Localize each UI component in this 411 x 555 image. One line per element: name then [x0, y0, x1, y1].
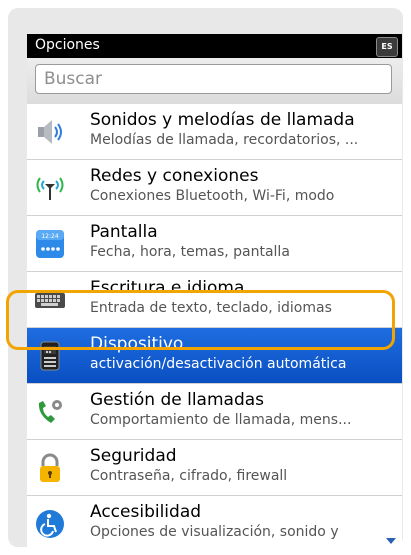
- item-description: Conexiones Bluetooth, Wi-Fi, modo: [90, 188, 335, 204]
- item-description: Opciones de visualización, sonido y: [90, 524, 339, 540]
- list-item-escritura[interactable]: Escritura e idioma Entrada de texto, tec…: [27, 272, 402, 328]
- accessibility-icon: [36, 510, 64, 538]
- item-description: Fecha, hora, temas, pantalla: [90, 244, 290, 260]
- svg-text:12:24: 12:24: [41, 233, 58, 240]
- item-label: Escritura e idioma: [90, 278, 245, 298]
- item-description: activación/desactivación automática: [90, 356, 347, 372]
- phone-gear-icon: [38, 400, 62, 423]
- page-title: Opciones: [35, 37, 100, 53]
- item-label: Sonidos y melodías de llamada: [90, 110, 355, 130]
- search-input[interactable]: [35, 64, 392, 94]
- item-label: Pantalla: [90, 222, 158, 242]
- language-badge[interactable]: ES: [376, 37, 398, 57]
- item-label: Seguridad: [90, 446, 177, 466]
- lock-icon: [40, 453, 60, 482]
- title-bar: Opciones ES: [27, 34, 402, 58]
- list-item-accesibilidad[interactable]: Accesibilidad Opciones de visualización,…: [27, 496, 402, 550]
- list-item-pantalla[interactable]: 12:24 Pantalla Fecha, hora, temas, panta…: [27, 216, 402, 272]
- item-label: Gestión de llamadas: [90, 390, 265, 410]
- options-screen: Opciones ES Sonidos y melodías de llamad…: [27, 34, 402, 550]
- keyboard-icon: [35, 293, 65, 308]
- speaker-icon: [38, 120, 62, 144]
- item-description: Melodías de llamada, recordatorios, ...: [90, 132, 359, 148]
- scroll-down-icon[interactable]: [386, 538, 396, 544]
- list-item-dispositivo[interactable]: Dispositivo activación/desactivación aut…: [27, 328, 402, 384]
- item-description: Comportamiento de llamada, mens...: [90, 412, 352, 428]
- item-description: Contraseña, cifrado, firewall: [90, 468, 288, 484]
- list-item-seguridad[interactable]: Seguridad Contraseña, cifrado, firewall: [27, 440, 402, 496]
- antenna-icon: [36, 177, 64, 200]
- item-label: Redes y conexiones: [90, 166, 259, 186]
- item-label: Dispositivo: [90, 334, 184, 354]
- search-bar: [27, 58, 402, 104]
- calendar-icon: 12:24: [36, 230, 64, 258]
- list-item-redes[interactable]: Redes y conexiones Conexiones Bluetooth,…: [27, 160, 402, 216]
- list-item-gestion-llamadas[interactable]: Gestión de llamadas Comportamiento de ll…: [27, 384, 402, 440]
- list-item-sonidos[interactable]: Sonidos y melodías de llamada Melodías d…: [27, 104, 402, 160]
- item-label: Accesibilidad: [90, 502, 202, 522]
- device-icon: [40, 341, 60, 371]
- item-description: Entrada de texto, teclado, idiomas: [90, 300, 332, 316]
